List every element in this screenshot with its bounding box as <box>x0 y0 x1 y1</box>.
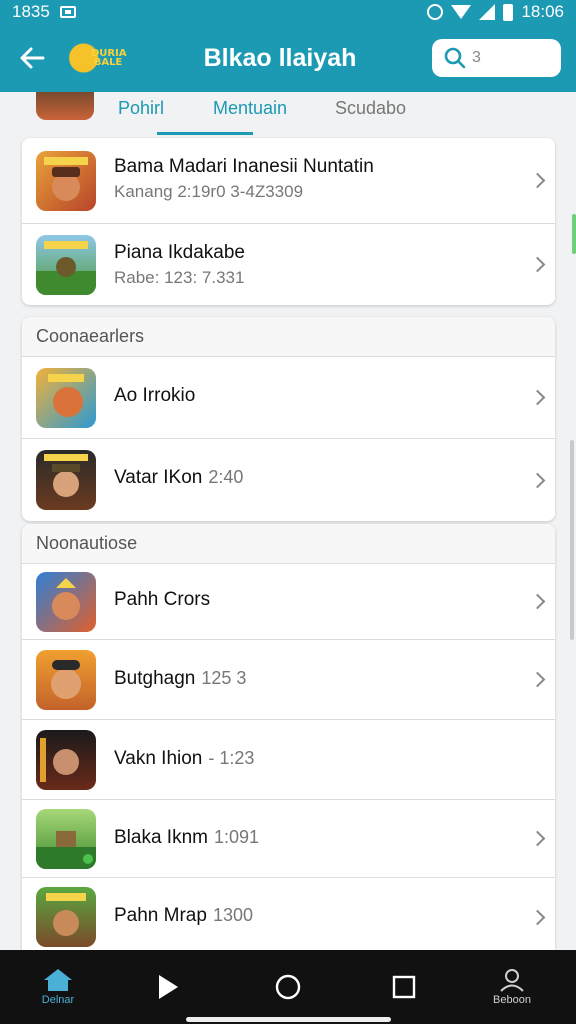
search-icon <box>444 47 466 69</box>
list-item[interactable]: Butghagn 125 3 <box>22 640 555 720</box>
nav-home[interactable]: Delnar <box>34 964 82 1010</box>
chevron-right-icon <box>529 389 546 406</box>
tab-pohirl[interactable]: Pohirl <box>118 98 164 119</box>
nav-profile-label: Beboon <box>493 994 531 1006</box>
chevron-right-icon <box>529 472 546 488</box>
chevron-right-icon <box>529 671 546 688</box>
search-value: 3 <box>472 49 481 66</box>
game-thumbnail <box>36 808 96 869</box>
chevron-right-icon <box>529 830 546 847</box>
signal-icon <box>479 4 496 20</box>
item-title: Ao Irrokio <box>114 385 196 406</box>
nav-home-label: Delnar <box>41 994 75 1006</box>
list-item[interactable]: Ao Irrokio <box>22 357 555 439</box>
section-list-2: Noonautiose Pahh Crors Butghagn 125 3 Vak… <box>22 524 555 950</box>
logo-badge: DURIA BALE <box>65 41 127 75</box>
list-item[interactable]: Pahn Mrap 1300 <box>22 878 555 950</box>
section-header: Noonautiose <box>22 524 555 564</box>
item-meta: 2:40 <box>208 467 244 487</box>
app-logo[interactable]: DURIA BALE <box>64 38 128 78</box>
item-title: Blaka Iknm <box>114 827 208 848</box>
page-title: Blkao llaiyah <box>203 44 357 72</box>
partial-thumbnail <box>36 92 94 120</box>
featured-list: Bama Madari Inanesii Nuntatin Kanang 2:1… <box>22 138 555 305</box>
item-title: Vakn Ihion <box>114 748 203 769</box>
item-meta: - 1:23 <box>208 748 255 768</box>
list-item[interactable]: Bama Madari Inanesii Nuntatin Kanang 2:1… <box>22 138 555 224</box>
tab-mentuain[interactable]: Mentuain <box>213 98 287 119</box>
app-bar: DURIA BALE Blkao llaiyah 3 <box>0 24 576 92</box>
list-item[interactable]: Vakn Ihion - 1:23 <box>22 720 555 800</box>
section-list-1: Coonaearlers Ao Irrokio Vatar IKon 2:40 <box>22 317 555 521</box>
game-thumbnail <box>36 887 96 947</box>
logo-text: DURIA BALE <box>91 48 127 68</box>
square-recents-icon <box>392 975 416 999</box>
item-meta: 125 3 <box>201 668 247 688</box>
tab-bar: Pohirl Mentuain Scudabo <box>0 92 576 136</box>
message-icon <box>59 6 76 18</box>
chevron-right-icon <box>529 256 546 273</box>
chevron-right-icon <box>529 593 546 610</box>
game-thumbnail <box>36 450 96 510</box>
game-thumbnail <box>36 571 96 632</box>
game-thumbnail <box>36 234 96 295</box>
nav-play[interactable] <box>150 964 186 1010</box>
list-item[interactable]: Piana Ikdakabe Rabe: 123: 7.331 <box>22 224 555 305</box>
status-time-left: 1835 <box>12 2 50 21</box>
battery-icon <box>503 3 514 21</box>
item-title: Vatar IKon <box>114 467 203 488</box>
gesture-handle[interactable] <box>186 1017 391 1022</box>
nav-home-button[interactable] <box>268 964 308 1010</box>
item-title: Butghagn <box>114 668 196 689</box>
edge-panel-handle[interactable] <box>572 214 576 254</box>
tab-scudabo[interactable]: Scudabo <box>335 98 406 119</box>
item-title: Pahn Mrap <box>114 905 207 926</box>
chevron-right-icon <box>529 909 546 925</box>
game-thumbnail <box>36 729 96 790</box>
bottom-nav: Delnar Beboon <box>0 950 576 1024</box>
game-thumbnail <box>36 150 96 211</box>
active-tab-indicator <box>157 132 253 135</box>
status-bar: 1835 18:06 <box>0 0 576 24</box>
item-subtitle: Kanang 2:19r0 3-4Z3309 <box>114 182 304 201</box>
list-item[interactable]: Pahh Crors <box>22 564 555 640</box>
wifi-icon <box>451 5 472 19</box>
alarm-icon <box>427 4 444 20</box>
list-item[interactable]: Blaka Iknm 1:091 <box>22 800 555 878</box>
circle-home-icon <box>275 974 301 1000</box>
game-thumbnail <box>36 367 96 428</box>
item-title: Pahh Crors <box>114 589 211 610</box>
item-subtitle: Rabe: 123: 7.331 <box>114 268 245 287</box>
section-header: Coonaearlers <box>22 317 555 357</box>
game-thumbnail <box>36 649 96 710</box>
nav-recents[interactable] <box>384 964 424 1010</box>
play-icon <box>159 975 178 999</box>
profile-icon <box>500 969 524 992</box>
item-title: Bama Madari Inanesii Nuntatin <box>114 156 374 177</box>
item-meta: 1300 <box>212 905 253 925</box>
chevron-right-icon <box>529 172 546 189</box>
arrow-left-icon <box>20 47 45 69</box>
home-icon <box>44 969 72 991</box>
back-button[interactable] <box>0 24 64 92</box>
item-title: Piana Ikdakabe <box>114 242 245 263</box>
search-input[interactable]: 3 <box>432 39 561 77</box>
list-item[interactable]: Vatar IKon 2:40 <box>22 439 555 521</box>
scrollbar[interactable] <box>570 440 574 640</box>
item-meta: 1:091 <box>213 827 260 847</box>
status-time-right: 18:06 <box>521 2 564 21</box>
nav-profile[interactable]: Beboon <box>486 964 538 1010</box>
